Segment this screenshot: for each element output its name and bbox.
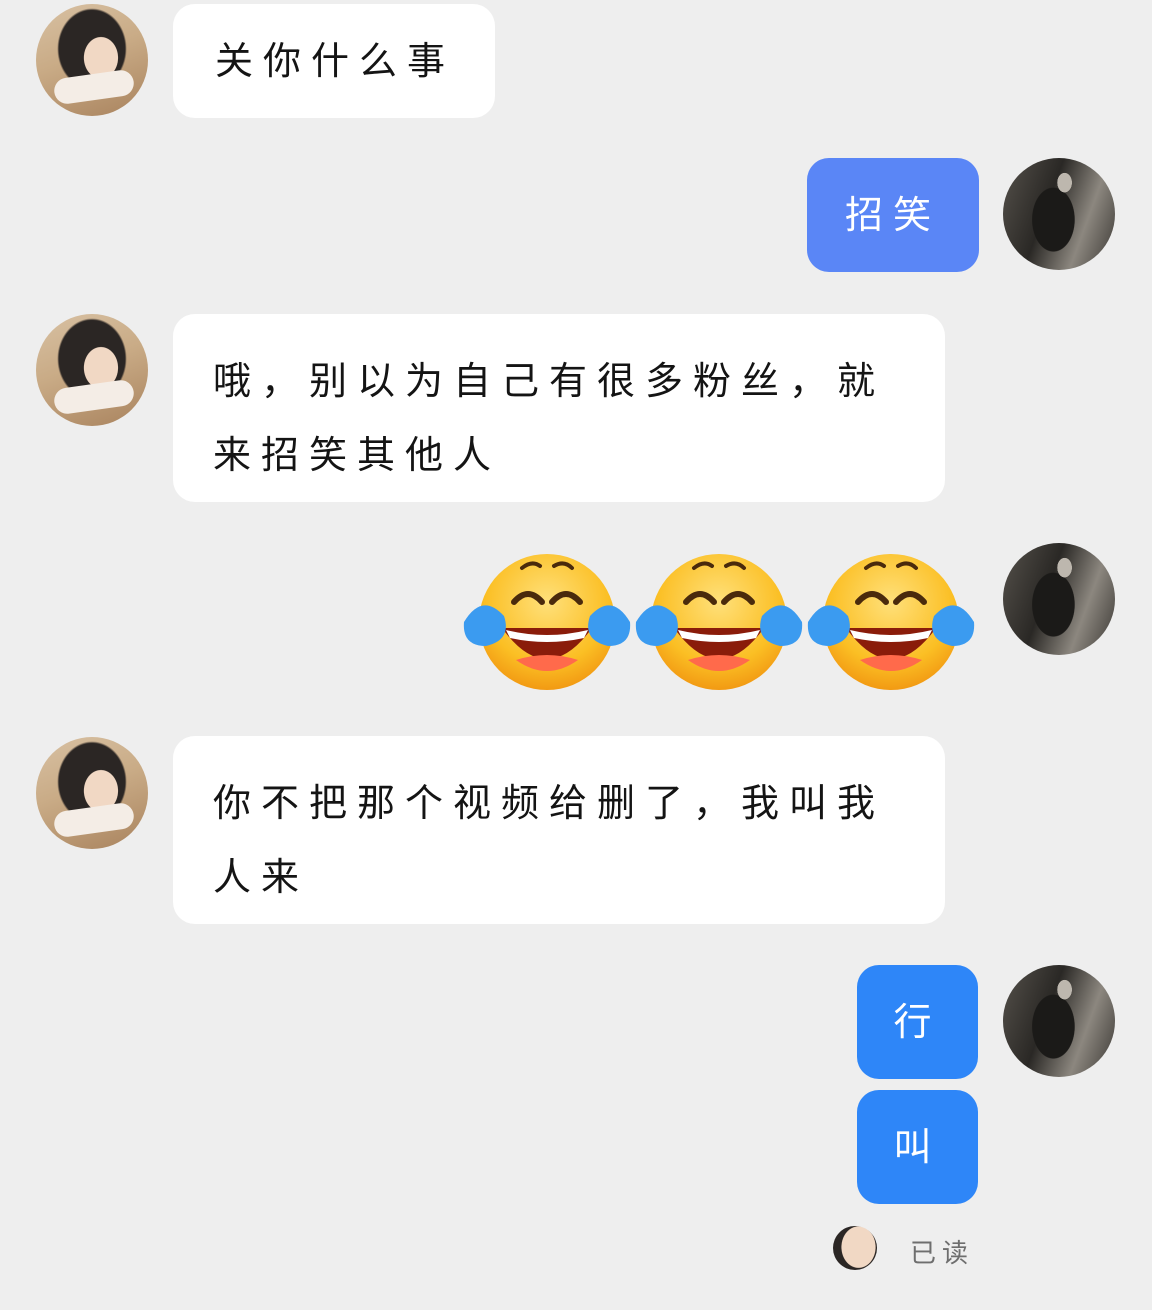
face-with-tears-of-joy-icon xyxy=(807,554,975,690)
my-avatar[interactable] xyxy=(1003,543,1115,655)
message-text: 招笑 xyxy=(844,193,941,237)
message-text: 行 xyxy=(893,1000,942,1044)
read-receipt-avatar xyxy=(833,1226,877,1270)
message-bubble-incoming[interactable]: 关你什么事 xyxy=(173,4,495,118)
message-bubble-outgoing[interactable]: 叫 xyxy=(857,1090,978,1204)
message-text: 关你什么事 xyxy=(215,39,456,83)
contact-avatar[interactable] xyxy=(36,737,148,849)
message-text: 你不把那个视频给删了，我叫我人来 xyxy=(213,781,886,899)
message-bubble-incoming[interactable]: 你不把那个视频给删了，我叫我人来 xyxy=(173,736,945,924)
contact-avatar[interactable] xyxy=(36,4,148,116)
emoji-message[interactable] xyxy=(462,545,982,695)
message-bubble-outgoing[interactable]: 招笑 xyxy=(807,158,979,272)
message-bubble-incoming[interactable]: 哦，别以为自己有很多粉丝，就来招笑其他人 xyxy=(173,314,945,502)
my-avatar[interactable] xyxy=(1003,158,1115,270)
face-with-tears-of-joy-icon xyxy=(463,554,631,690)
my-avatar[interactable] xyxy=(1003,965,1115,1077)
message-text: 哦，别以为自己有很多粉丝，就来招笑其他人 xyxy=(213,359,886,477)
contact-avatar[interactable] xyxy=(36,314,148,426)
emoji-row xyxy=(463,554,975,690)
message-text: 叫 xyxy=(893,1125,942,1169)
face-with-tears-of-joy-icon xyxy=(635,554,803,690)
read-receipt-label: 已读 xyxy=(910,1239,975,1269)
message-bubble-outgoing[interactable]: 行 xyxy=(857,965,978,1079)
